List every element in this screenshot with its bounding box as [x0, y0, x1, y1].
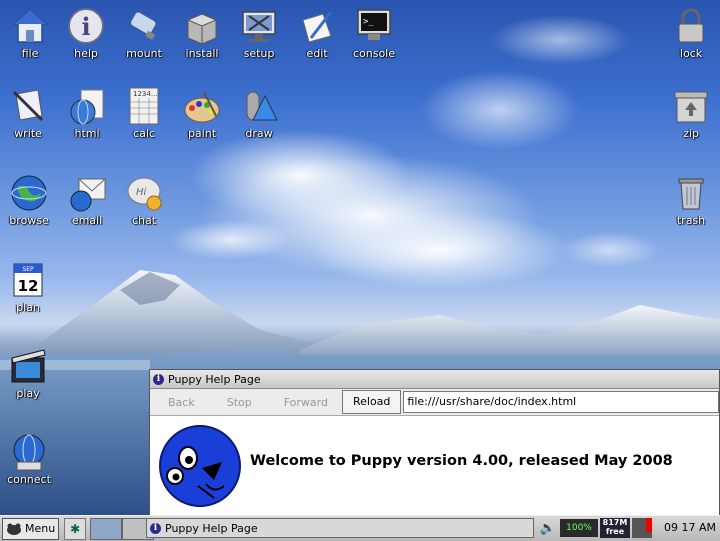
desktop-icon-edit[interactable]: edit [285, 6, 349, 60]
desktop-switch-button[interactable]: ✱ [64, 517, 87, 540]
svg-text:SEP: SEP [22, 266, 34, 273]
globe-page-icon [70, 89, 104, 125]
window-titlebar[interactable]: i Puppy Help Page [150, 370, 719, 389]
start-menu-button[interactable]: Menu [2, 517, 60, 540]
clock[interactable]: 09 17 AM [664, 521, 716, 534]
writer-document-icon [12, 89, 44, 122]
gear-icon: ✱ [70, 521, 81, 536]
trash-can-icon [678, 178, 704, 210]
svg-text:12: 12 [18, 277, 39, 295]
desktop-icon-html[interactable]: html [55, 86, 119, 140]
speaker-icon[interactable]: 🔈 [538, 521, 558, 536]
cpu-monitor [632, 518, 652, 538]
calendar-icon: SEP 12 [13, 263, 43, 297]
desktop-icon-console[interactable]: >_ console [342, 6, 406, 60]
memory-amount: 817M [602, 518, 628, 527]
film-clapper-icon [11, 349, 46, 383]
taskbar: Menu ✱ i Puppy Help Page 🔈 100% 817M fre… [0, 515, 720, 541]
archive-box-icon [674, 91, 708, 123]
svg-text:1234...: 1234... [133, 90, 158, 98]
desktop-icon-paint[interactable]: paint [170, 86, 234, 140]
shapes-icon [246, 91, 278, 121]
window-title: Puppy Help Page [168, 372, 261, 386]
puppy-logo-icon [159, 425, 241, 507]
desktop-icon-lock[interactable]: lock [659, 6, 720, 60]
desktop-icon-draw[interactable]: draw [227, 86, 291, 140]
desktop-icon-calc[interactable]: 1234... calc [112, 86, 176, 140]
desktop-icon-write[interactable]: write [0, 86, 60, 140]
cpu-bar [646, 518, 652, 532]
page-content: Welcome to Puppy version 4.00, released … [150, 416, 719, 516]
globe-icon [11, 175, 47, 211]
start-menu-label: Menu [25, 522, 56, 535]
chat-bubble-icon: Hi [127, 177, 162, 211]
padlock-icon [678, 8, 704, 43]
battery-text: 100% [566, 523, 592, 533]
terminal-icon: >_ [357, 9, 391, 40]
stop-button[interactable]: Stop [209, 396, 266, 409]
svg-text:i: i [81, 12, 90, 41]
system-tray: 🔈 100% 817M free [538, 518, 652, 538]
desktop-icon-trash[interactable]: trash [659, 173, 720, 227]
desktop-icon-mount[interactable]: mount [112, 6, 176, 60]
desktop-icon-help[interactable]: i help [54, 6, 118, 60]
memory-label: free [605, 527, 625, 536]
back-button[interactable]: Back [150, 396, 209, 409]
desktop-icon-chat[interactable]: Hi chat [112, 173, 176, 227]
welcome-heading: Welcome to Puppy version 4.00, released … [250, 453, 673, 469]
taskbar-window-button[interactable]: i Puppy Help Page [146, 518, 534, 538]
reload-button[interactable]: Reload [341, 390, 402, 414]
taskbar-window-label: Puppy Help Page [165, 521, 258, 535]
memory-indicator[interactable]: 817M free [600, 518, 630, 538]
spreadsheet-icon: 1234... [129, 87, 159, 125]
pager-desktop-1[interactable] [90, 517, 123, 540]
desktop-icon-email[interactable]: email [55, 173, 119, 227]
info-icon: i [68, 8, 104, 44]
desktop-icon-install[interactable]: install [170, 6, 234, 60]
usb-drive-icon [129, 11, 157, 40]
pen-paper-icon [302, 11, 333, 43]
browser-toolbar: Back Stop Forward Reload file:///usr/sha… [150, 389, 719, 416]
desktop-icon-zip[interactable]: zip [659, 86, 720, 140]
info-icon: i [153, 373, 164, 385]
network-globe-icon [13, 434, 45, 471]
desktop-icon-setup[interactable]: setup [227, 6, 291, 60]
url-input[interactable]: file:///usr/share/doc/index.html [403, 391, 719, 413]
help-browser-window: i Puppy Help Page Back Stop Forward Relo… [149, 369, 720, 516]
desktop-icon-plan[interactable]: SEP 12 plan [0, 260, 60, 314]
forward-button[interactable]: Forward [266, 396, 342, 409]
mail-globe-icon [70, 178, 106, 212]
desktop-icon-file[interactable]: file [0, 6, 62, 60]
svg-text:>_: >_ [363, 17, 374, 27]
svg-text:Hi: Hi [136, 187, 147, 198]
monitor-tools-icon [242, 11, 276, 42]
info-icon: i [150, 522, 161, 534]
package-box-icon [186, 13, 218, 45]
puppy-menu-icon [7, 523, 21, 535]
desktop-icon-browse[interactable]: browse [0, 173, 61, 227]
desktop-icon-play[interactable]: play [0, 346, 60, 400]
palette-icon [184, 91, 220, 123]
desktop-icon-connect[interactable]: connect [0, 432, 61, 486]
house-icon [12, 9, 48, 43]
battery-indicator[interactable]: 100% [560, 519, 598, 537]
